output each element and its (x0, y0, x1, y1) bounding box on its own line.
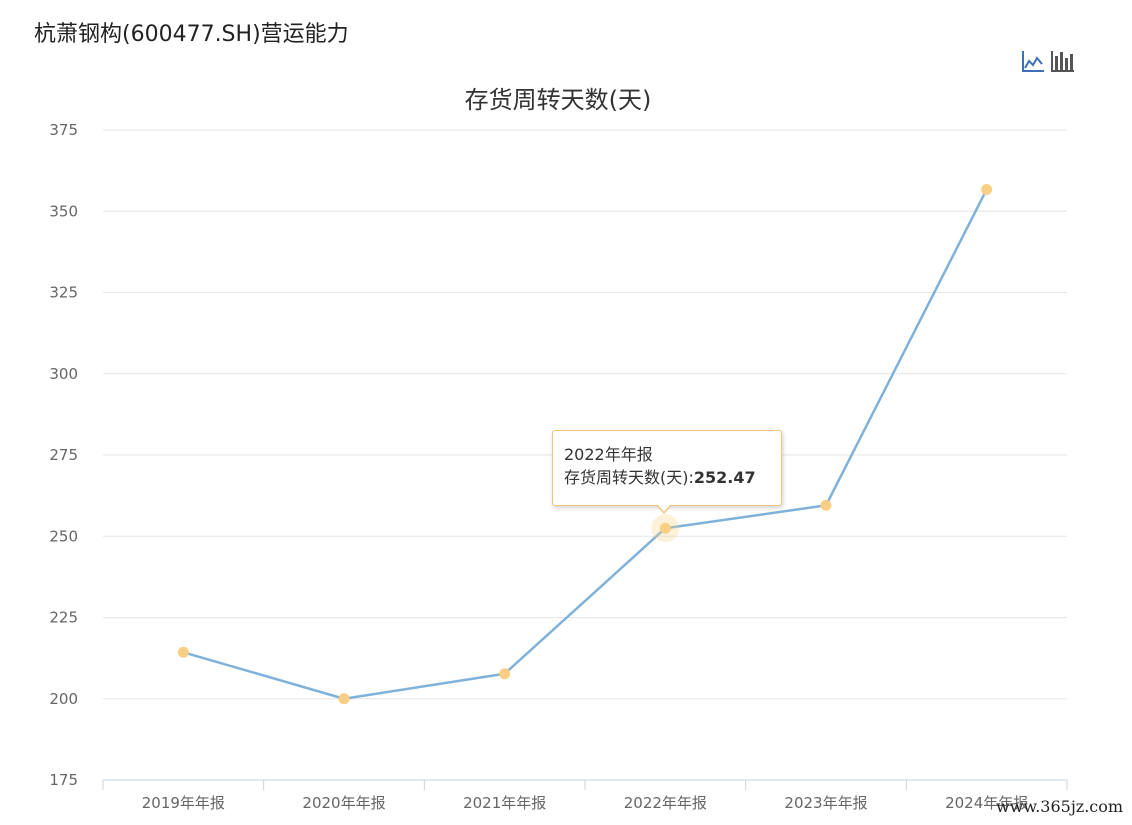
tooltip-series-label: 存货周转天数(天): (564, 468, 694, 487)
data-point (177, 646, 189, 658)
data-point (820, 499, 832, 511)
data-point (499, 668, 511, 680)
y-tick-label: 250 (49, 527, 78, 545)
y-tick-label: 275 (49, 446, 78, 464)
y-tick-label: 225 (49, 609, 78, 627)
x-tick-label: 2022年年报 (624, 794, 707, 812)
y-tick-label: 175 (49, 771, 78, 789)
y-axis: 175 200 225 250 275 300 325 350 375 (49, 121, 78, 789)
x-axis (102, 779, 1068, 790)
data-point (659, 522, 671, 534)
y-tick-label: 300 (49, 365, 78, 383)
x-tick-label: 2020年年报 (302, 794, 385, 812)
data-point (338, 693, 350, 705)
x-tick-label: 2023年年报 (784, 794, 867, 812)
y-tick-label: 350 (49, 202, 78, 220)
page-title: 杭萧钢构(600477.SH)营运能力 (34, 22, 349, 47)
x-tick-label: 2021年年报 (463, 794, 546, 812)
data-point (981, 183, 993, 195)
tooltip-row: 存货周转天数(天):252.47 (564, 466, 771, 489)
tooltip-arrow-inner (657, 504, 671, 512)
watermark: www.365jz.com (996, 797, 1124, 816)
data-tooltip: 2022年年报 存货周转天数(天):252.47 (552, 430, 782, 506)
y-tick-label: 375 (49, 121, 78, 139)
y-tick-label: 200 (49, 690, 78, 708)
y-tick-label: 325 (49, 284, 78, 302)
grid-lines (103, 129, 1067, 700)
tooltip-category: 2022年年报 (564, 445, 653, 464)
x-tick-label: 2019年年报 (142, 794, 225, 812)
tooltip-value: 252.47 (693, 468, 756, 487)
chart-title: 存货周转天数(天) (465, 86, 652, 114)
x-axis-labels: 2019年年报 2020年年报 2021年年报 2022年年报 2023年年报 2024年… (142, 794, 1029, 812)
